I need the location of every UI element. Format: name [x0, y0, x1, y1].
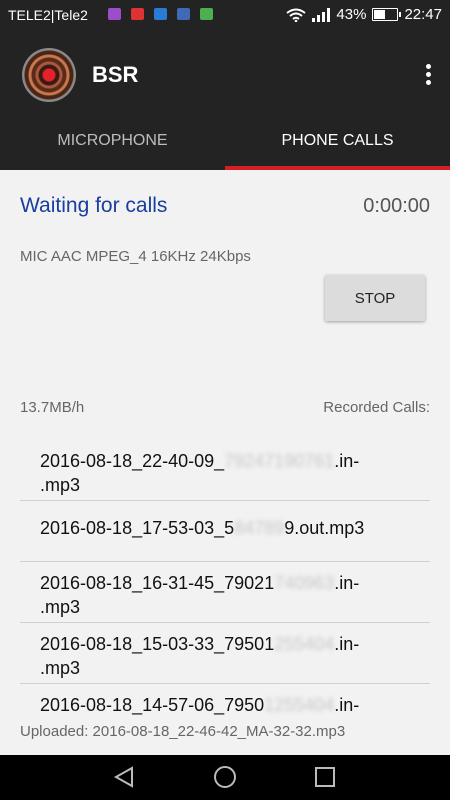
- uploaded-status: Uploaded: 2016-08-18_22-46-42_MA-32-32.m…: [20, 723, 346, 740]
- store-icon: [199, 8, 213, 20]
- stop-button[interactable]: STOP: [325, 275, 425, 321]
- carrier-label: TELE2|Tele2: [8, 7, 88, 23]
- recording-status: Waiting for calls: [20, 194, 168, 217]
- filename-suffix: .in-: [334, 695, 360, 715]
- filename-prefix: 2016-08-18_16-31-45_79021: [40, 573, 275, 593]
- notification-icons: [108, 8, 219, 24]
- app-bar: BSR MICROPHONE PHONE CALLS: [0, 30, 450, 170]
- filename-prefix: 2016-08-18_15-03-33_79501: [40, 634, 275, 654]
- recording-filename: 2016-08-18_16-31-45_79021740963.in- .mp3: [40, 573, 359, 617]
- back-triangle-icon[interactable]: [112, 765, 136, 789]
- recorded-calls-label: Recorded Calls:: [323, 399, 430, 416]
- codec-info: MIC AAC MPEG_4 16KHz 24Kbps: [20, 248, 251, 265]
- filename-prefix: 2016-08-18_17-53-03_5: [40, 518, 235, 538]
- clock: 22:47: [404, 6, 442, 23]
- recording-item[interactable]: 2016-08-18_14-57-06_79501255404.in-: [20, 684, 430, 718]
- news-icon: [153, 8, 167, 20]
- signal-icon: [312, 7, 331, 22]
- storage-rate: 13.7MB/h: [20, 399, 85, 416]
- filename-prefix: 2016-08-18_14-57-06_7950: [40, 695, 265, 715]
- battery-level: [374, 10, 385, 19]
- redacted-phone-number: 255404: [274, 634, 335, 654]
- recording-filename: 2016-08-18_15-03-33_79501255404.in- .mp3: [40, 634, 359, 678]
- recorded-calls-list: 2016-08-18_22-40-09_79247190761.in- .mp3…: [20, 440, 430, 718]
- recording-item[interactable]: 2016-08-18_15-03-33_79501255404.in- .mp3: [20, 623, 430, 684]
- app-logo-icon: [22, 48, 76, 102]
- tab-phone-calls[interactable]: PHONE CALLS: [225, 122, 450, 170]
- redacted-phone-number: 79247190761: [224, 451, 335, 471]
- wifi-icon: [286, 8, 307, 22]
- battery-icon: [372, 8, 402, 21]
- navigation-bar: [0, 755, 450, 800]
- status-bar: TELE2|Tele2 43% 22:47: [0, 0, 450, 30]
- viber-icon: [108, 8, 121, 20]
- clipboard-icon: [176, 8, 190, 20]
- home-circle-icon[interactable]: [213, 765, 237, 789]
- redacted-phone-number: 84789: [234, 518, 285, 538]
- recording-filename: 2016-08-18_14-57-06_79501255404.in-: [40, 695, 359, 715]
- redacted-phone-number: 740963: [274, 573, 335, 593]
- more-vert-icon[interactable]: [426, 64, 432, 86]
- filename-suffix: 9.out.mp3: [284, 518, 365, 538]
- recording-timer: 0:00:00: [363, 195, 430, 217]
- recording-filename: 2016-08-18_22-40-09_79247190761.in- .mp3: [40, 451, 359, 495]
- recording-filename: 2016-08-18_17-53-03_5847899.out.mp3: [40, 516, 364, 540]
- battery-percent: 43%: [336, 6, 367, 23]
- tab-microphone[interactable]: MICROPHONE: [0, 122, 225, 170]
- recents-square-icon[interactable]: [313, 765, 337, 789]
- app-title: BSR: [92, 62, 139, 87]
- mail-icon: [130, 8, 144, 20]
- redacted-phone-number: 1255404: [264, 695, 335, 715]
- filename-prefix: 2016-08-18_22-40-09_: [40, 451, 225, 471]
- recording-item[interactable]: 2016-08-18_22-40-09_79247190761.in- .mp3: [20, 440, 430, 501]
- recording-item[interactable]: 2016-08-18_16-31-45_79021740963.in- .mp3: [20, 562, 430, 623]
- recording-item[interactable]: 2016-08-18_17-53-03_5847899.out.mp3: [20, 501, 430, 562]
